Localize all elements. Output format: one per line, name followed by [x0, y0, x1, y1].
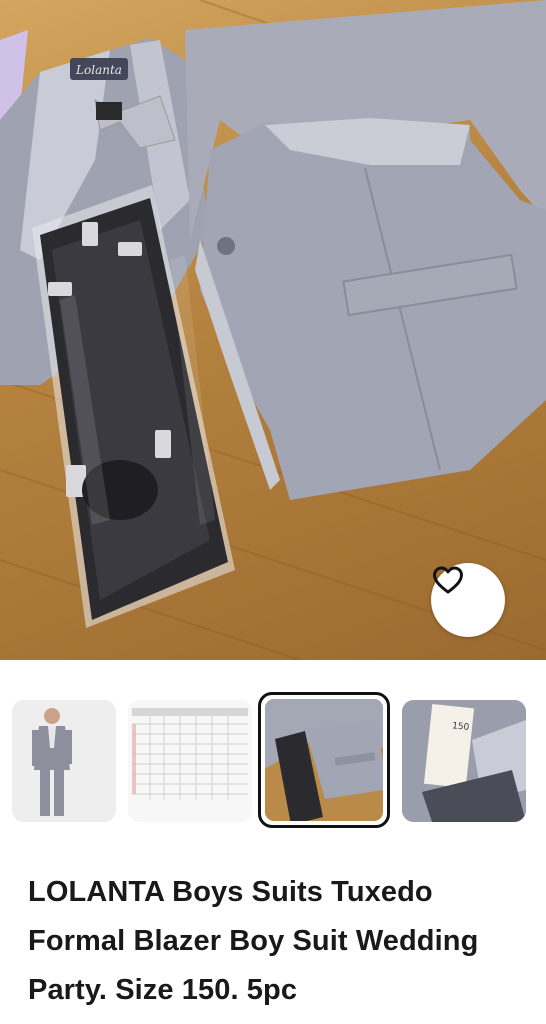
thumbnail-size-tag[interactable]: 150: [402, 700, 526, 822]
hero-photo-illustration: Lolanta: [0, 0, 546, 660]
image-thumbnail-strip: 150: [0, 692, 546, 830]
size-chart-image: [128, 700, 252, 822]
size-tag-text: 150: [452, 721, 470, 733]
thumbnail-size-chart[interactable]: [128, 700, 252, 822]
thumbnail-suit-pieces-selected[interactable]: [258, 692, 390, 828]
thumbnail-boy-in-suit[interactable]: [12, 700, 116, 822]
size-tag-image: 150: [402, 700, 526, 822]
product-hero-image[interactable]: Lolanta: [0, 0, 546, 660]
suit-pieces-image: [265, 699, 383, 821]
brand-label-on-photo: Lolanta: [75, 63, 122, 77]
favorite-button[interactable]: [431, 563, 505, 637]
boy-in-suit-image: [12, 700, 116, 822]
product-title: LOLANTA Boys Suits Tuxedo Formal Blazer …: [28, 876, 479, 1006]
